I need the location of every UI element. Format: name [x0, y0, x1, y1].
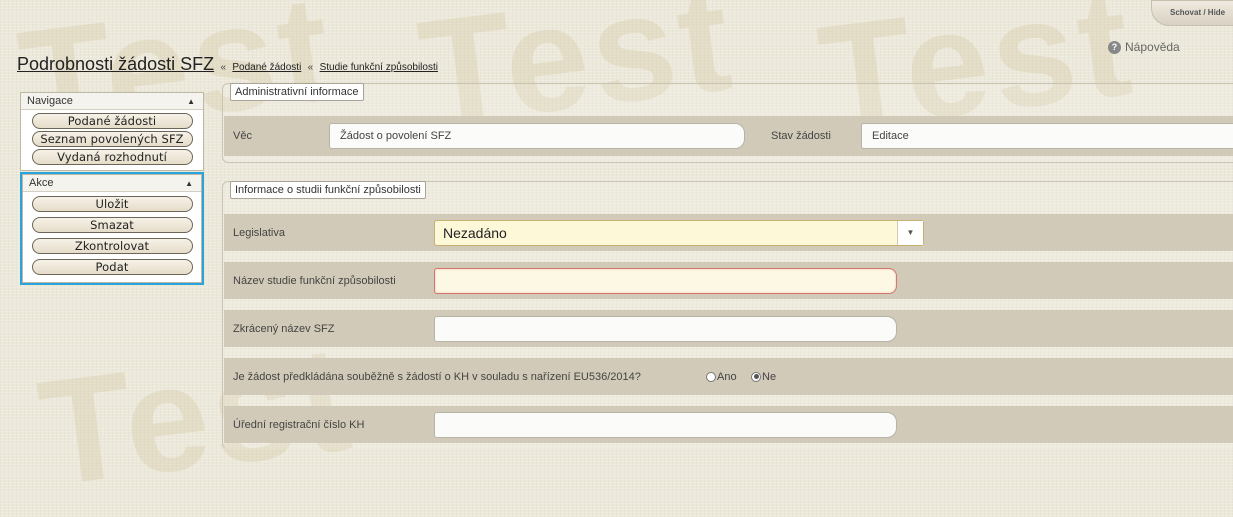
admin-info-row: Věc Žádost o povolení SFZ Stav žádosti E…	[224, 116, 1233, 156]
help-link[interactable]: ? Nápověda	[1108, 40, 1180, 54]
status-field: Editace	[861, 123, 1233, 149]
collapse-arrow-icon[interactable]: ▲	[187, 97, 195, 106]
reg-number-row: Úřední registrační číslo KH	[224, 406, 1233, 443]
main-content: Administrativní informace Věc Žádost o p…	[222, 83, 1233, 449]
nav-seznam-povolenych-button[interactable]: Seznam povolených SFZ	[31, 131, 193, 147]
actions-panel-header: Akce ▲	[23, 175, 201, 192]
subject-label: Věc	[233, 130, 252, 142]
option-no[interactable]: Ne	[751, 371, 776, 383]
legislation-row: Legislativa Nezadáno ▼	[224, 214, 1233, 251]
short-name-row: Zkrácený název SFZ	[224, 310, 1233, 347]
collapse-arrow-icon[interactable]: ▲	[185, 179, 193, 188]
subject-field: Žádost o povolení SFZ	[329, 123, 745, 149]
left-sidebar: Navigace ▲ Podané žádosti Seznam povolen…	[20, 92, 204, 285]
page-header: Podrobnosti žádosti SFZ « Podané žádosti…	[17, 54, 438, 75]
navigation-title: Navigace	[27, 95, 73, 107]
admin-info-legend: Administrativní informace	[230, 83, 364, 101]
breadcrumb-separator: «	[220, 62, 227, 73]
breadcrumb-studie[interactable]: Studie funkční způsobilosti	[320, 62, 438, 73]
breadcrumb-podane-zadosti[interactable]: Podané žádosti	[232, 62, 301, 73]
option-no-label: Ne	[762, 370, 777, 383]
navigation-panel: Navigace ▲ Podané žádosti Seznam povolen…	[20, 92, 204, 171]
nav-podane-zadosti-button[interactable]: Podané žádosti	[31, 113, 193, 129]
submit-button[interactable]: Podat	[31, 259, 193, 275]
page-title[interactable]: Podrobnosti žádosti SFZ	[17, 54, 214, 74]
reg-number-input[interactable]	[434, 411, 897, 438]
admin-info-section: Administrativní informace Věc Žádost o p…	[222, 83, 1233, 163]
option-yes[interactable]: Ano	[706, 371, 737, 383]
navigation-panel-header: Navigace ▲	[21, 93, 203, 110]
radio-yes[interactable]	[706, 371, 716, 382]
radio-no[interactable]	[751, 371, 761, 382]
study-info-section: Informace o studii funkční způsobilosti …	[222, 181, 1233, 449]
reg-number-label: Úřední registrační číslo KH	[233, 418, 365, 431]
concurrent-question-row: Je žádost předkládána souběžně s žádostí…	[224, 358, 1233, 395]
delete-button[interactable]: Smazat	[31, 217, 193, 233]
legislation-label: Legislativa	[233, 226, 285, 239]
short-name-input[interactable]	[434, 315, 897, 342]
validate-button[interactable]: Zkontrolovat	[31, 238, 193, 254]
status-label: Stav žádosti	[771, 130, 831, 142]
hide-toggle-button[interactable]: Schovat / Hide	[1151, 0, 1233, 26]
study-name-row: Název studie funkční způsobilosti	[224, 262, 1233, 299]
short-name-label: Zkrácený název SFZ	[233, 322, 335, 335]
legislation-selected-value: Nezadáno	[443, 224, 507, 241]
legislation-select[interactable]: Nezadáno ▼	[434, 219, 924, 246]
help-label: Nápověda	[1125, 40, 1180, 54]
nav-vydana-rozhodnuti-button[interactable]: Vydaná rozhodnutí	[31, 149, 193, 165]
save-button[interactable]: Uložit	[31, 196, 193, 212]
chevron-down-icon[interactable]: ▼	[897, 220, 923, 245]
study-name-label: Název studie funkční způsobilosti	[233, 274, 396, 287]
breadcrumb-separator: «	[307, 62, 314, 73]
study-name-input[interactable]	[434, 267, 897, 294]
question-icon: ?	[1108, 40, 1121, 54]
option-yes-label: Ano	[717, 370, 737, 383]
actions-title: Akce	[29, 177, 54, 189]
actions-highlight: Akce ▲ Uložit Smazat Zkontrolovat Podat	[20, 172, 204, 285]
study-info-legend: Informace o studii funkční způsobilosti	[230, 181, 426, 199]
concurrent-question-label: Je žádost předkládána souběžně s žádostí…	[233, 370, 641, 383]
actions-panel: Akce ▲ Uložit Smazat Zkontrolovat Podat	[22, 174, 202, 283]
